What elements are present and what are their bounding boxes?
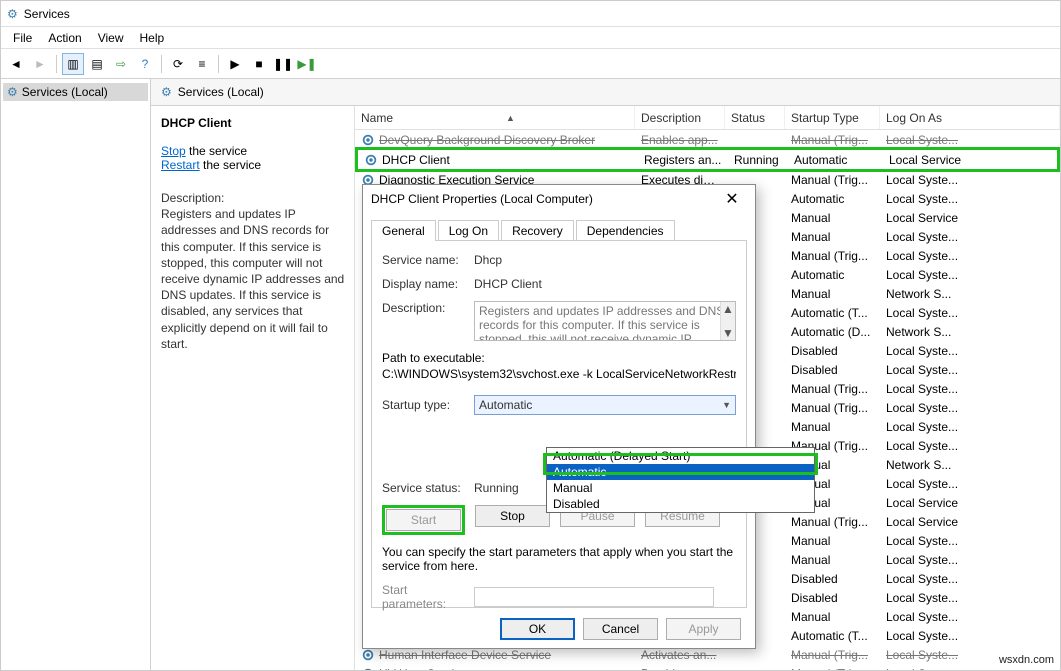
table-row[interactable]: HV Host Service Provides an ... Manual (… — [355, 664, 1060, 670]
start-params-help: You can specify the start parameters tha… — [382, 545, 736, 573]
menubar: File Action View Help — [1, 27, 1060, 49]
gear-icon: ⚙ — [161, 85, 172, 99]
path-value: C:\WINDOWS\system32\svchost.exe -k Local… — [382, 367, 736, 381]
tree-pane: ⚙ Services (Local) — [1, 79, 151, 670]
list-icon[interactable]: ≡ — [191, 53, 213, 75]
tab-general[interactable]: General — [371, 220, 436, 241]
menu-action[interactable]: Action — [40, 31, 89, 45]
option-auto-delayed[interactable]: Automatic (Delayed Start) — [547, 448, 814, 464]
startup-type-label: Startup type: — [382, 398, 474, 412]
forward-icon[interactable]: ► — [29, 53, 51, 75]
col-name[interactable]: Name▲ — [355, 106, 635, 129]
toolbar: ◄ ► ▥ ▤ ⇨ ? ⟳ ≡ ▶ ■ ❚❚ ▶❚ — [1, 49, 1060, 79]
startup-type-value: Automatic — [479, 398, 532, 412]
play-icon[interactable]: ▶ — [224, 53, 246, 75]
col-logon[interactable]: Log On As — [880, 106, 1060, 129]
properties-dialog: DHCP Client Properties (Local Computer) … — [362, 184, 756, 649]
chevron-down-icon: ▼ — [722, 400, 731, 410]
close-icon[interactable]: ✕ — [717, 189, 747, 209]
menu-help[interactable]: Help — [132, 31, 173, 45]
col-description[interactable]: Description — [635, 106, 725, 129]
display-name-value: DHCP Client — [474, 277, 736, 291]
scroll-down-icon[interactable]: ▼ — [722, 326, 734, 340]
selected-service-title: DHCP Client — [161, 116, 348, 130]
show-hide-icon[interactable]: ▥ — [62, 53, 84, 75]
help-icon[interactable]: ? — [134, 53, 156, 75]
restart-link[interactable]: Restart — [161, 158, 200, 172]
startup-dropdown[interactable]: Automatic (Delayed Start) Automatic Manu… — [546, 447, 815, 513]
start-button[interactable]: Start — [386, 509, 461, 531]
option-manual[interactable]: Manual — [547, 480, 814, 496]
window-title: Services — [24, 7, 70, 21]
stop-icon[interactable]: ■ — [248, 53, 270, 75]
menu-view[interactable]: View — [90, 31, 132, 45]
tab-dependencies[interactable]: Dependencies — [576, 220, 675, 241]
service-name-value: Dhcp — [474, 253, 736, 267]
refresh-icon[interactable]: ⟳ — [167, 53, 189, 75]
tab-logon[interactable]: Log On — [438, 220, 499, 241]
start-params-label: Start parameters: — [382, 583, 474, 611]
stop-suffix: the service — [186, 144, 247, 158]
table-row-selected[interactable]: DHCP Client Registers an... Running Auto… — [358, 150, 1057, 169]
restart-icon[interactable]: ▶❚ — [296, 53, 318, 75]
services-icon: ⚙ — [7, 7, 18, 21]
detail-pane: DHCP Client Stop the service Restart the… — [151, 106, 355, 670]
description-box-text: Registers and updates IP addresses and D… — [479, 304, 724, 341]
col-status[interactable]: Status — [725, 106, 785, 129]
apply-button[interactable]: Apply — [666, 618, 741, 640]
titlebar: ⚙ Services — [1, 1, 1060, 27]
gear-icon: ⚙ — [7, 85, 18, 99]
display-name-label: Display name: — [382, 277, 474, 291]
scroll-up-icon[interactable]: ▲ — [722, 302, 734, 316]
option-automatic[interactable]: Automatic — [547, 464, 814, 480]
restart-suffix: the service — [200, 158, 261, 172]
description-label: Description: — [382, 301, 474, 315]
service-name-label: Service name: — [382, 253, 474, 267]
description-label: Description: — [161, 190, 348, 206]
back-icon[interactable]: ◄ — [5, 53, 27, 75]
tree-label: Services (Local) — [22, 85, 108, 99]
tree-services-local[interactable]: ⚙ Services (Local) — [3, 83, 148, 101]
content-header: ⚙ Services (Local) — [151, 79, 1060, 106]
start-params-input[interactable] — [474, 587, 714, 607]
option-disabled[interactable]: Disabled — [547, 496, 814, 512]
col-startup[interactable]: Startup Type — [785, 106, 880, 129]
cancel-button[interactable]: Cancel — [583, 618, 658, 640]
stop-link[interactable]: Stop — [161, 144, 186, 158]
startup-type-combo[interactable]: Automatic ▼ — [474, 395, 736, 415]
dialog-title: DHCP Client Properties (Local Computer) — [371, 192, 593, 206]
export-icon[interactable]: ⇨ — [110, 53, 132, 75]
highlight-frame: Start — [382, 505, 465, 535]
content-title: Services (Local) — [178, 85, 264, 99]
highlight-frame: DHCP Client Registers an... Running Auto… — [355, 147, 1060, 172]
path-label: Path to executable: — [382, 351, 736, 365]
pause-icon[interactable]: ❚❚ — [272, 53, 294, 75]
menu-file[interactable]: File — [5, 31, 40, 45]
ok-button[interactable]: OK — [500, 618, 575, 640]
properties-icon[interactable]: ▤ — [86, 53, 108, 75]
watermark: wsxdn.com — [999, 654, 1054, 666]
tab-recovery[interactable]: Recovery — [501, 220, 574, 241]
service-status-label: Service status: — [382, 481, 474, 495]
description-text: Registers and updates IP addresses and D… — [161, 206, 348, 352]
description-box[interactable]: Registers and updates IP addresses and D… — [474, 301, 736, 341]
list-header: Name▲ Description Status Startup Type Lo… — [355, 106, 1060, 130]
stop-button[interactable]: Stop — [475, 505, 550, 527]
